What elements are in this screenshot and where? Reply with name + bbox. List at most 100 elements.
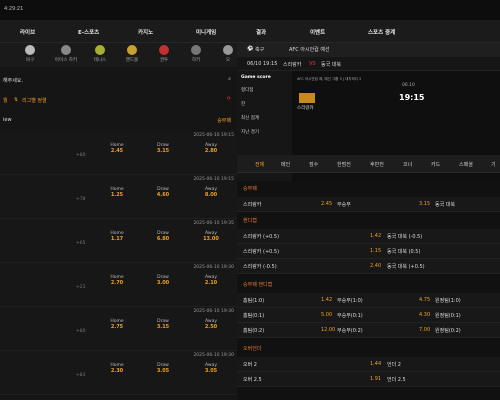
sort-icon: ⇅ <box>14 97 19 103</box>
sport-baseball[interactable]: 야구 <box>16 45 44 63</box>
mini-time: 19:15 <box>399 93 425 102</box>
odds-row[interactable]: 홈팀(0:2) 12.00 무승부(0:2) 7.00 원정팀(0:2) <box>237 323 500 338</box>
odd-draw[interactable]: Draw 6.80 <box>138 231 188 242</box>
odd-draw[interactable]: Draw 3.05 <box>138 363 188 374</box>
more-count[interactable]: +78 <box>76 197 86 202</box>
more-count[interactable]: +65 <box>76 241 86 246</box>
team-home: 스리랑카 <box>283 62 302 68</box>
tab-past[interactable]: 지난 경기 <box>241 129 259 135</box>
baseball-icon <box>25 45 35 55</box>
odd-draw[interactable]: Draw 4.60 <box>138 187 188 198</box>
market-all[interactable]: 전체 <box>255 161 264 168</box>
odd-home[interactable]: Home 1.25 <box>92 187 142 198</box>
sport-more[interactable]: 오 <box>214 45 237 63</box>
tab-latest[interactable]: 최신 점계 <box>241 115 259 121</box>
odd-home[interactable]: Home 2.75 <box>92 319 142 330</box>
match-date: 2025-06-10 19:35 <box>193 221 234 226</box>
market-tabs: 전체 메인 점수 한범전 후반전 코너 카드 스페셜 기 <box>237 155 500 173</box>
refresh-icon[interactable]: ⟳ <box>227 96 231 102</box>
nav-minigame[interactable]: 미니게임 <box>196 28 216 36</box>
tab-stats[interactable]: 헝다점 <box>241 87 253 93</box>
match-date: 2025-06-10 19:30 <box>193 353 234 358</box>
odds-row[interactable]: 홈팀(0:1) 5.00 무승부(0:1) 4.30 원정팀(0:1) <box>237 308 500 323</box>
market-special[interactable]: 스페셜 <box>459 161 473 168</box>
nav-events[interactable]: 이벤트 <box>310 28 325 36</box>
more-count[interactable]: +80 <box>76 153 86 158</box>
handball-icon <box>127 45 137 55</box>
odd-value: 3.05 <box>204 368 218 374</box>
tab-h2h[interactable]: 한 <box>241 101 245 107</box>
nav-broadcast[interactable]: 스포츠 중계 <box>368 28 395 36</box>
match-row[interactable]: 2025-06-10 19:35 Home 1.17 Draw 6.80 Away 1… <box>0 219 237 263</box>
sport-hockey[interactable]: 하키 <box>182 45 210 63</box>
section-title: 승무패 핸디캡 <box>243 282 273 288</box>
odds-row[interactable]: 스리랑카 2.45 무승부 3.15 동국 대북 <box>237 197 500 212</box>
section-title: 핸디캡 <box>243 218 257 224</box>
market-more[interactable]: 기 <box>491 161 496 168</box>
match-row[interactable]: 2025-06-10 19:30 Home 2.70 Draw 3.00 Away 2… <box>0 263 237 307</box>
more-count[interactable]: +80 <box>76 329 86 334</box>
mini-league: AFC 아시안컵 예, 예선 그룹 3 | 대차하다 2 <box>297 77 362 81</box>
odd-away[interactable]: Away 13.00 <box>186 231 236 242</box>
section-title: 승무패 <box>243 186 257 192</box>
odd-away[interactable]: Away 2.10 <box>186 275 236 286</box>
odd-value: 2.75 <box>110 324 124 330</box>
odd-value: 13.00 <box>203 236 219 242</box>
match-row[interactable]: 2025-06-10 19:30 Home 2.30 Draw 3.05 Away 3… <box>0 351 237 395</box>
nav-live[interactable]: 라이브 <box>20 28 35 36</box>
odd-draw[interactable]: Draw 3.00 <box>138 275 188 286</box>
sport-icehockey[interactable]: 아이스 하키 <box>52 45 80 63</box>
match-row[interactable]: 2025-06-10 19:15 Home 1.25 Draw 4.60 Away 8… <box>0 175 237 219</box>
odd-away[interactable]: Away 3.05 <box>186 363 236 374</box>
odds-row[interactable]: 스리랑카 (+0.5) 1.42 동국 대북 (-0.5) <box>237 229 500 244</box>
odd-away[interactable]: Away 2.80 <box>186 143 236 154</box>
odd-home[interactable]: Home 1.17 <box>92 231 142 242</box>
search-icon[interactable]: ⌕ <box>228 76 231 82</box>
nav-casino[interactable]: 카지노 <box>138 28 153 36</box>
odd-draw[interactable]: Draw 3.15 <box>138 319 188 330</box>
sport-boxing[interactable]: 권투 <box>150 45 178 63</box>
market-half2[interactable]: 후반전 <box>370 161 384 168</box>
market-corner[interactable]: 코너 <box>403 161 412 168</box>
sport-label: 권투 <box>159 58 169 63</box>
view-row: iew 승무패 <box>0 113 237 127</box>
market-score[interactable]: 점수 <box>309 161 318 168</box>
more-count[interactable]: +23 <box>76 285 86 290</box>
odd-home[interactable]: Home 2.30 <box>92 363 142 374</box>
market-half1[interactable]: 한범전 <box>337 161 351 168</box>
filter-a[interactable]: 뭘 <box>3 97 8 104</box>
sport-tennis[interactable]: 테니스 <box>86 45 114 63</box>
sport-handball[interactable]: 핸드볼 <box>118 45 146 63</box>
odd-draw[interactable]: Draw 3.15 <box>138 143 188 154</box>
breadcrumb-sport[interactable]: 축구 <box>255 46 264 53</box>
odd-away[interactable]: Away 8.00 <box>186 187 236 198</box>
odds-row[interactable]: 오버 2 1.44 언더 2 <box>237 357 500 372</box>
nav-esports[interactable]: E-스포츠 <box>78 28 99 36</box>
odds-row[interactable]: 오버 2.5 1.91 언더 2.5 <box>237 372 500 387</box>
market-main[interactable]: 메인 <box>281 161 290 168</box>
odd-home[interactable]: Home 2.70 <box>92 275 142 286</box>
match-row[interactable]: 2025-06-10 19:15 Home 2.45 Draw 3.15 Away 2… <box>0 131 237 175</box>
win-label[interactable]: 승무패 <box>217 117 231 124</box>
tab-game-score[interactable]: Game score <box>241 75 271 80</box>
match-date: 2025-06-10 19:15 <box>193 133 234 138</box>
odd-away[interactable]: Away 2.50 <box>186 319 236 330</box>
tennis-ball-icon <box>95 45 105 55</box>
odd-home[interactable]: Home 2.45 <box>92 143 142 154</box>
nav-results[interactable]: 결과 <box>256 28 266 36</box>
sort-league[interactable]: 리그별 정렬 <box>22 97 47 104</box>
odd-value: 8.00 <box>204 192 218 198</box>
odds-row[interactable]: 홈팀(1:0) 1.42 무승부(1:0) 4.75 원정팀(1:0) <box>237 293 500 308</box>
odd-value: 3.05 <box>156 368 170 374</box>
market-card[interactable]: 카드 <box>431 161 440 168</box>
odd-value: 2.70 <box>110 280 124 286</box>
breadcrumb-league[interactable]: AFC 아시안컵 예선 <box>289 46 330 53</box>
match-date: 2025-06-10 19:30 <box>193 265 234 270</box>
team-away: 동국 대북 <box>321 62 341 68</box>
sports-bar: 야구 아이스 하키 테니스 핸드볼 권투 하키 오 <box>0 43 237 67</box>
more-count[interactable]: +83 <box>76 373 86 378</box>
odds-row[interactable]: 스리랑카 (+0.5) 1.15 동국 대북 (0.5) <box>237 244 500 259</box>
match-row[interactable]: 2025-06-10 19:30 Home 2.75 Draw 3.15 Away 2… <box>0 307 237 351</box>
left-pane: 야구 아이스 하키 테니스 핸드볼 권투 하키 오 해주세요. ⌕ 뭘 ⇅ 리그… <box>0 43 237 400</box>
odds-row[interactable]: 스리랑카 (-0.5) 2.40 동국 대북 (+0.5) <box>237 259 500 274</box>
